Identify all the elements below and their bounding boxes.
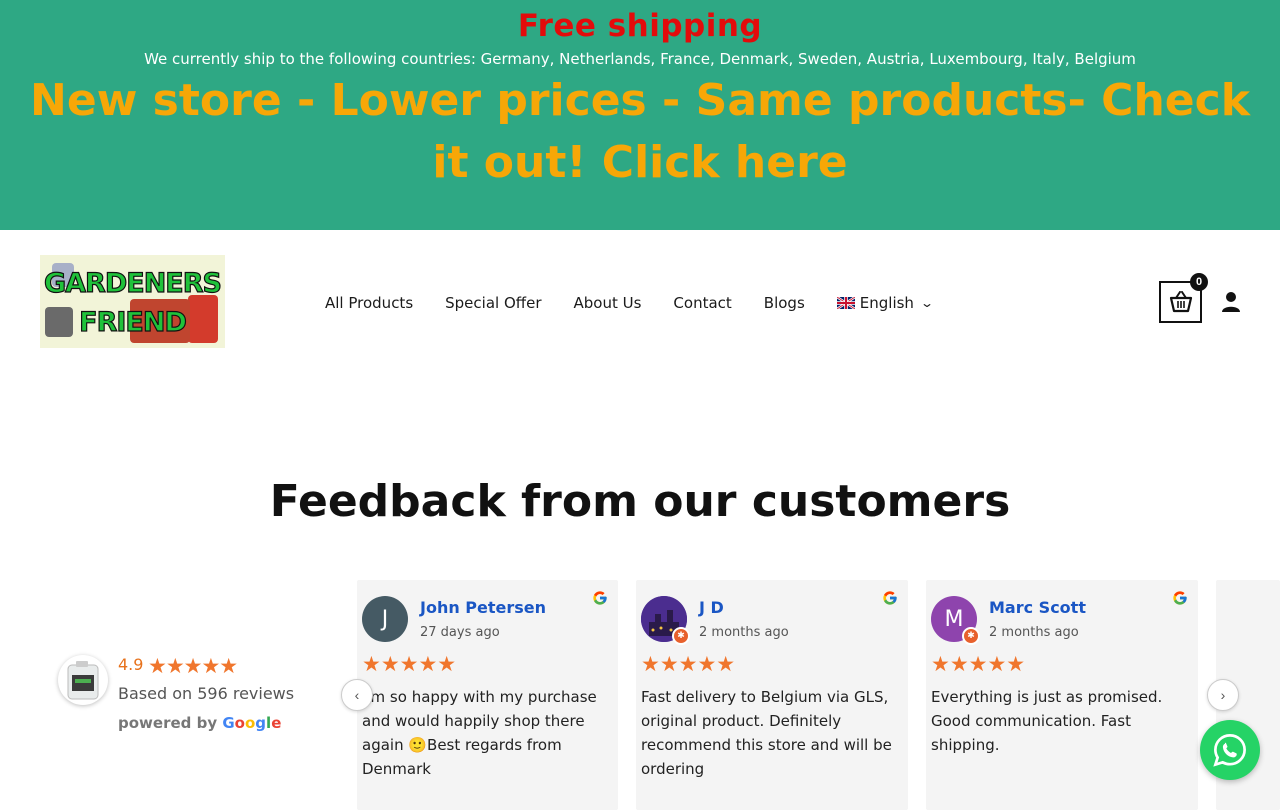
rating-stars: ★★★★★ bbox=[148, 655, 238, 678]
promo-subtitle: We currently ship to the following count… bbox=[144, 50, 1136, 68]
local-guide-badge-icon: ✱ bbox=[962, 627, 980, 645]
review-text: I'm so happy with my purchase and would … bbox=[362, 688, 597, 778]
reviews-title: Feedback from our customers bbox=[269, 476, 1011, 527]
business-avatar bbox=[58, 655, 108, 705]
review-text: Fast delivery to Belgium via GLS, origin… bbox=[641, 688, 892, 778]
review-stars: ★★★★★ bbox=[641, 653, 736, 676]
review-stars: ★★★★★ bbox=[931, 653, 1026, 676]
google-letter: g bbox=[255, 714, 267, 732]
account-button[interactable] bbox=[1220, 291, 1242, 313]
reviewer-initial: M bbox=[944, 606, 964, 632]
carousel-prev-button[interactable]: ‹ bbox=[341, 679, 373, 711]
main-nav: All Products Special Offer About Us Cont… bbox=[325, 292, 935, 314]
language-label: English bbox=[859, 294, 914, 312]
nav-item-about-us[interactable]: About Us bbox=[574, 294, 642, 312]
review-stars: ★★★★★ bbox=[362, 653, 457, 676]
reviewer-avatar: J bbox=[362, 596, 408, 642]
review-card: J John Petersen 27 days ago ★★★★★ I'm so… bbox=[357, 580, 618, 810]
google-icon bbox=[1173, 591, 1187, 605]
google-letter: G bbox=[222, 714, 235, 732]
review-card: M ✱ Marc Scott 2 months ago ★★★★★ Everyt… bbox=[926, 580, 1198, 810]
uk-flag-icon bbox=[836, 297, 855, 309]
powered-by-label: powered by bbox=[118, 714, 218, 732]
powered-by-google: powered by Google bbox=[118, 714, 281, 732]
reviewer-name[interactable]: John Petersen bbox=[420, 598, 546, 617]
whatsapp-icon bbox=[1213, 734, 1246, 767]
nav-item-all-products[interactable]: All Products bbox=[325, 294, 413, 312]
promo-banner: Free shipping We currently ship to the f… bbox=[0, 0, 1280, 230]
review-date: 2 months ago bbox=[989, 625, 1079, 640]
local-guide-badge-icon: ✱ bbox=[672, 627, 690, 645]
reviewer-name[interactable]: Marc Scott bbox=[989, 598, 1086, 617]
reviews-summary: 4.9 ★★★★★ Based on 596 reviews powered b… bbox=[58, 652, 328, 742]
google-wordmark: Google bbox=[222, 714, 281, 732]
review-date: 27 days ago bbox=[420, 625, 500, 640]
nav-item-special-offer[interactable]: Special Offer bbox=[445, 294, 541, 312]
review-text: Everything is just as promised. Good com… bbox=[931, 688, 1163, 754]
google-letter: e bbox=[271, 714, 282, 732]
google-icon bbox=[883, 591, 897, 605]
carousel-next-button[interactable]: › bbox=[1207, 679, 1239, 711]
review-date: 2 months ago bbox=[699, 625, 789, 640]
logo[interactable]: GARDENERS FRIEND bbox=[40, 255, 225, 348]
google-letter: o bbox=[244, 714, 256, 732]
user-icon bbox=[1222, 292, 1240, 312]
reviewer-avatar: M ✱ bbox=[931, 596, 980, 645]
rating-value: 4.9 bbox=[118, 655, 144, 674]
arrow-right-icon: › bbox=[1220, 687, 1226, 703]
cart-icon bbox=[1169, 291, 1192, 313]
nav-item-blogs[interactable]: Blogs bbox=[764, 294, 805, 312]
site-header: GARDENERS FRIEND All Products Special Of… bbox=[0, 230, 1280, 370]
language-selector[interactable]: English ⌄ bbox=[836, 294, 935, 312]
whatsapp-button[interactable] bbox=[1200, 720, 1260, 780]
reviewer-avatar: ✱ bbox=[641, 596, 690, 645]
review-count: Based on 596 reviews bbox=[118, 684, 295, 703]
logo-text-line2: FRIEND bbox=[79, 306, 188, 338]
google-letter: o bbox=[234, 714, 245, 732]
google-icon bbox=[593, 591, 607, 605]
reviewer-name[interactable]: J D bbox=[699, 598, 724, 617]
logo-text-line1: GARDENERS bbox=[43, 267, 222, 299]
cart-count-badge: 0 bbox=[1190, 273, 1208, 291]
cart-button[interactable]: 0 bbox=[1159, 273, 1208, 323]
promo-title: Free shipping bbox=[517, 8, 763, 44]
chevron-down-icon: ⌄ bbox=[919, 296, 935, 310]
arrow-left-icon: ‹ bbox=[354, 687, 360, 703]
promo-cta-link[interactable]: New store - Lower prices - Same products… bbox=[20, 70, 1260, 194]
product-bottle-icon bbox=[67, 661, 99, 700]
nav-item-contact[interactable]: Contact bbox=[673, 294, 731, 312]
review-card: ✱ J D 2 months ago ★★★★★ Fast delivery t… bbox=[636, 580, 908, 810]
